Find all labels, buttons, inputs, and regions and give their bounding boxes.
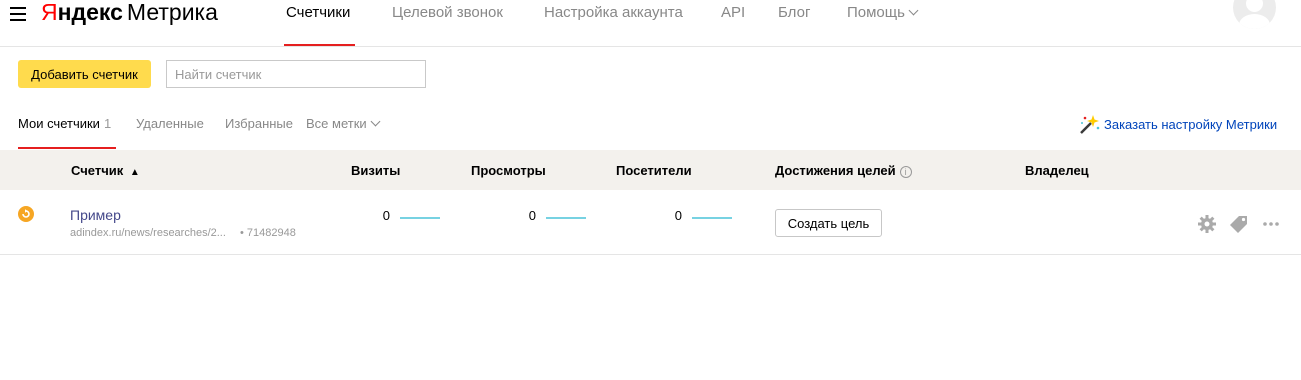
nav-api[interactable]: API <box>721 4 745 22</box>
info-icon[interactable]: i <box>899 166 912 178</box>
visits-value: 0 <box>382 208 390 223</box>
order-metrica-setup-link[interactable]: Заказать настройку Метрики <box>1077 113 1277 137</box>
tab-active-underline <box>18 147 116 149</box>
tag-icon[interactable] <box>1229 214 1249 234</box>
tab-favorites[interactable]: Избранные <box>225 116 293 132</box>
nav-help[interactable]: Помощь <box>847 4 919 22</box>
column-visits[interactable]: Визиты <box>351 163 400 178</box>
hamburger-menu-icon[interactable] <box>10 7 26 21</box>
column-counter-label: Счетчик <box>71 163 124 178</box>
magic-wand-icon <box>1080 115 1100 134</box>
tab-my-counters-count: 1 <box>103 116 112 131</box>
column-owner[interactable]: Владелец <box>1025 163 1089 178</box>
views-value: 0 <box>528 208 536 223</box>
visitors-value: 0 <box>674 208 682 223</box>
tab-my-counters-label: Мои счетчики <box>18 116 100 131</box>
create-goal-button[interactable]: Создать цель <box>775 209 882 237</box>
search-counter-input[interactable] <box>166 60 426 88</box>
nav-account-settings[interactable]: Настройка аккаунта <box>544 4 683 22</box>
tab-deleted[interactable]: Удаленные <box>136 116 204 132</box>
nav-counters[interactable]: Счетчики <box>286 4 350 22</box>
yandex-metrica-logo[interactable]: Яндекс Метрика <box>41 0 218 27</box>
user-avatar-icon[interactable] <box>1233 0 1276 29</box>
column-views[interactable]: Просмотры <box>471 163 546 178</box>
column-counter[interactable]: Счетчик ▲ <box>71 163 140 180</box>
sort-asc-icon: ▲ <box>129 167 140 178</box>
chevron-down-icon <box>908 5 919 16</box>
header-divider <box>0 46 1301 47</box>
nav-help-label: Помощь <box>847 4 905 21</box>
add-counter-button[interactable]: Добавить счетчик <box>18 60 151 88</box>
gear-icon[interactable] <box>1197 214 1217 234</box>
column-goals[interactable]: Достижения целей i <box>775 163 912 178</box>
tab-my-counters[interactable]: Мои счетчики 1 <box>18 116 111 132</box>
order-metrica-setup-label: Заказать настройку Метрики <box>1104 117 1278 132</box>
counter-url: adindex.ru/news/researches/2... <box>70 227 226 239</box>
counter-name-link[interactable]: Пример <box>70 206 121 224</box>
chevron-down-icon <box>370 116 381 127</box>
counter-id: • 71482948 <box>240 227 296 239</box>
status-pending-icon[interactable] <box>18 206 34 222</box>
column-goals-label: Достижения целей <box>775 163 896 178</box>
column-visitors[interactable]: Посетители <box>616 163 692 178</box>
visits-sparkline <box>400 217 440 219</box>
visitors-sparkline <box>692 217 732 219</box>
nav-blog[interactable]: Блог <box>778 4 810 22</box>
views-sparkline <box>546 217 586 219</box>
tab-all-labels[interactable]: Все метки <box>306 116 381 132</box>
tab-all-labels-label: Все метки <box>306 116 367 131</box>
more-icon[interactable] <box>1261 214 1281 234</box>
nav-target-call[interactable]: Целевой звонок <box>392 4 503 22</box>
row-divider <box>0 254 1301 255</box>
